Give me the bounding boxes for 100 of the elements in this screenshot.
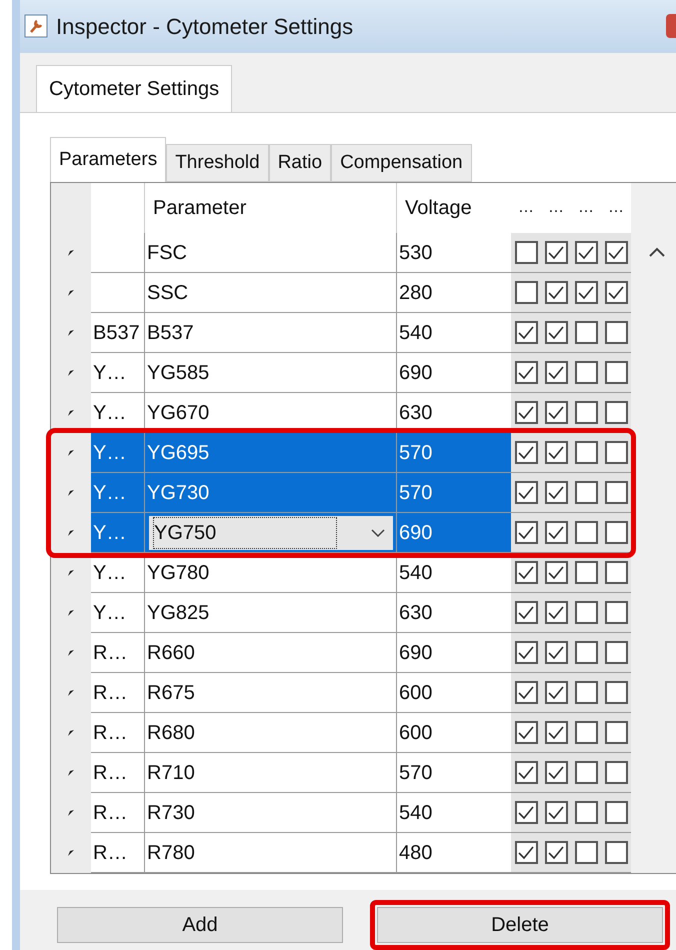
- checkbox[interactable]: [544, 401, 568, 424]
- checkbox[interactable]: [604, 241, 628, 264]
- checkbox[interactable]: [544, 761, 568, 784]
- table-row[interactable]: R… R780 480: [51, 833, 631, 873]
- checkbox[interactable]: [514, 361, 538, 384]
- checkbox[interactable]: [604, 641, 628, 664]
- checkbox[interactable]: [544, 801, 568, 824]
- column-header[interactable]: …: [601, 196, 631, 220]
- checkbox[interactable]: [604, 721, 628, 744]
- table-row[interactable]: R… R730 540: [51, 793, 631, 833]
- action-button[interactable]: Delete: [377, 907, 663, 943]
- checkbox[interactable]: [544, 521, 568, 544]
- checkmark-icon: [548, 846, 564, 860]
- column-header[interactable]: …: [571, 196, 601, 220]
- table-row[interactable]: Y… YG670 630: [51, 393, 631, 433]
- checkbox[interactable]: [574, 441, 598, 464]
- dropdown-field[interactable]: YG750: [149, 516, 393, 550]
- checkbox[interactable]: [544, 721, 568, 744]
- checkbox[interactable]: [514, 721, 538, 744]
- checkbox[interactable]: [604, 841, 628, 864]
- checkbox[interactable]: [544, 481, 568, 504]
- table-row[interactable]: Y… YG730 570: [51, 473, 631, 513]
- checkbox[interactable]: [514, 521, 538, 544]
- checkbox[interactable]: [574, 601, 598, 624]
- scrollbar[interactable]: [631, 183, 676, 873]
- checkbox[interactable]: [574, 561, 598, 584]
- checkbox[interactable]: [514, 681, 538, 704]
- table-row[interactable]: B537 B537 540: [51, 313, 631, 353]
- checkbox[interactable]: [514, 241, 538, 264]
- checkbox[interactable]: [544, 641, 568, 664]
- checkbox[interactable]: [604, 401, 628, 424]
- checkbox[interactable]: [514, 641, 538, 664]
- checkmark-icon: [518, 526, 534, 540]
- tab[interactable]: Threshold: [166, 144, 269, 182]
- table-row[interactable]: SSC 280: [51, 273, 631, 313]
- checkbox[interactable]: [574, 761, 598, 784]
- checkbox[interactable]: [574, 641, 598, 664]
- checkbox[interactable]: [514, 801, 538, 824]
- scroll-up-icon[interactable]: [649, 247, 665, 257]
- checkbox[interactable]: [574, 521, 598, 544]
- checkbox[interactable]: [544, 841, 568, 864]
- checkbox[interactable]: [574, 401, 598, 424]
- checkbox[interactable]: [604, 561, 628, 584]
- checkbox[interactable]: [604, 361, 628, 384]
- table-row[interactable]: Y… YG780 540: [51, 553, 631, 593]
- checkbox[interactable]: [574, 361, 598, 384]
- tab[interactable]: Ratio: [268, 144, 332, 182]
- checkbox[interactable]: [574, 321, 598, 344]
- checkbox[interactable]: [604, 441, 628, 464]
- checkbox[interactable]: [544, 241, 568, 264]
- checkbox[interactable]: [514, 281, 538, 304]
- checkbox[interactable]: [574, 801, 598, 824]
- checkbox[interactable]: [514, 481, 538, 504]
- table-row[interactable]: R… R660 690: [51, 633, 631, 673]
- checkbox[interactable]: [604, 761, 628, 784]
- checkbox[interactable]: [604, 601, 628, 624]
- table-row[interactable]: FSC 530: [51, 233, 631, 273]
- checkbox[interactable]: [544, 321, 568, 344]
- checkbox[interactable]: [514, 561, 538, 584]
- checkbox[interactable]: [604, 521, 628, 544]
- checkbox[interactable]: [514, 761, 538, 784]
- checkbox[interactable]: [514, 401, 538, 424]
- column-header[interactable]: Voltage: [397, 183, 511, 233]
- checkbox[interactable]: [544, 601, 568, 624]
- action-button[interactable]: Add: [57, 907, 343, 943]
- checkbox[interactable]: [574, 481, 598, 504]
- checkbox[interactable]: [574, 721, 598, 744]
- checkbox[interactable]: [604, 801, 628, 824]
- checkbox[interactable]: [604, 481, 628, 504]
- checkbox[interactable]: [514, 321, 538, 344]
- checkbox[interactable]: [514, 601, 538, 624]
- table-row[interactable]: R… R675 600: [51, 673, 631, 713]
- checkbox[interactable]: [544, 281, 568, 304]
- tab[interactable]: Parameters: [50, 136, 166, 182]
- tab[interactable]: Compensation: [331, 144, 472, 182]
- table-row[interactable]: R… R680 600: [51, 713, 631, 753]
- table-row[interactable]: Y… YG585 690: [51, 353, 631, 393]
- checkbox[interactable]: [544, 361, 568, 384]
- table-row[interactable]: R… R710 570: [51, 753, 631, 793]
- checkbox[interactable]: [604, 321, 628, 344]
- checkbox[interactable]: [544, 561, 568, 584]
- table-row[interactable]: Y… YG695 570: [51, 433, 631, 473]
- checkbox[interactable]: [514, 441, 538, 464]
- checkbox[interactable]: [544, 441, 568, 464]
- checkbox[interactable]: [574, 241, 598, 264]
- checkbox[interactable]: [514, 841, 538, 864]
- checkbox[interactable]: [574, 681, 598, 704]
- table-row[interactable]: Y… YG750 690: [51, 513, 631, 553]
- close-button[interactable]: [666, 14, 676, 38]
- tab[interactable]: Cytometer Settings: [36, 64, 232, 112]
- checkmark-icon: [518, 766, 534, 780]
- table-row[interactable]: Y… YG825 630: [51, 593, 631, 633]
- column-header[interactable]: …: [541, 196, 571, 220]
- checkbox[interactable]: [574, 281, 598, 304]
- checkbox[interactable]: [604, 681, 628, 704]
- checkbox[interactable]: [574, 841, 598, 864]
- checkbox[interactable]: [544, 681, 568, 704]
- column-header[interactable]: Parameter: [145, 183, 397, 233]
- checkbox[interactable]: [604, 281, 628, 304]
- column-header[interactable]: …: [511, 196, 541, 220]
